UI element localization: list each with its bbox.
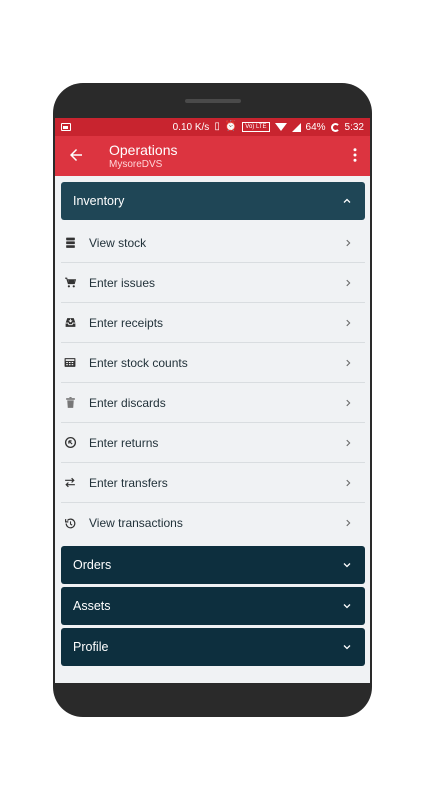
menu-item-view-stock[interactable]: View stock [61,223,365,263]
calculator-icon [63,356,77,370]
chevron-right-icon [346,439,351,446]
profile-section-header[interactable]: Profile [61,628,365,666]
status-bar: 0.10 K/s ▯ ⏰ Vo) LTE 64% 5:32 [55,118,370,136]
clock: 5:32 [344,121,364,133]
chevron-right-icon [346,359,351,366]
back-arrow-icon[interactable] [67,146,85,164]
menu-item-enter-discards[interactable]: Enter discards [61,383,365,423]
signal-icon [291,122,301,132]
operations-list: Inventory View stock Enter issues Enter … [61,182,365,669]
wifi-icon [274,123,287,131]
chevron-down-icon [343,604,351,609]
assets-section-header[interactable]: Assets [61,587,365,625]
menu-item-label: Enter receipts [89,315,164,330]
menu-item-enter-returns[interactable]: Enter returns [61,423,365,463]
vibrate-icon: ▯ [214,121,220,132]
transfer-icon [63,476,77,490]
phone-speaker [185,99,241,103]
menu-item-label: View transactions [89,516,183,530]
app-bar: Operations MysoreDVS [55,136,370,176]
network-speed: 0.10 K/s [172,121,210,133]
stack-icon [63,236,77,250]
menu-item-label: Enter transfers [89,475,168,490]
inventory-menu: View stock Enter issues Enter receipts E… [61,223,365,543]
chevron-up-icon [343,198,351,203]
menu-item-label: Enter discards [89,395,166,410]
image-notification-icon [61,123,71,131]
volte-badge: Vo) LTE [242,122,270,132]
chevron-right-icon [346,479,351,486]
history-icon [63,516,77,530]
section-label: Profile [73,640,109,654]
page-title: Operations [109,142,178,158]
screen: 0.10 K/s ▯ ⏰ Vo) LTE 64% 5:32 Operations… [55,118,370,683]
chevron-down-icon [343,563,351,568]
inventory-section-header[interactable]: Inventory [61,182,365,220]
cart-icon [63,276,77,290]
chevron-right-icon [346,519,351,527]
menu-item-enter-receipts[interactable]: Enter receipts [61,303,365,343]
chevron-right-icon [346,279,351,286]
menu-item-enter-stock-counts[interactable]: Enter stock counts [61,343,365,383]
section-label: Assets [73,599,111,613]
menu-item-view-transactions[interactable]: View transactions [61,503,365,543]
alarm-icon: ⏰ [224,121,238,132]
menu-item-enter-issues[interactable]: Enter issues [61,263,365,303]
chevron-down-icon [343,645,351,650]
return-icon [63,436,77,450]
inbox-icon [63,316,77,330]
menu-item-label: Enter returns [89,435,159,450]
page-subtitle: MysoreDVS [109,159,163,170]
menu-item-label: Enter stock counts [89,355,188,370]
more-vert-icon[interactable] [346,146,364,164]
menu-item-label: View stock [89,235,147,250]
chevron-right-icon [346,399,351,406]
chevron-right-icon [346,239,351,246]
section-label: Inventory [73,194,125,208]
phone-frame: 0.10 K/s ▯ ⏰ Vo) LTE 64% 5:32 Operations… [53,83,372,717]
trash-icon [63,396,77,410]
menu-item-enter-transfers[interactable]: Enter transfers [61,463,365,503]
chevron-right-icon [346,319,351,326]
section-label: Orders [73,558,112,572]
battery-percent: 64% [305,121,326,133]
orders-section-header[interactable]: Orders [61,546,365,584]
battery-icon [330,122,340,132]
menu-item-label: Enter issues [89,275,156,290]
